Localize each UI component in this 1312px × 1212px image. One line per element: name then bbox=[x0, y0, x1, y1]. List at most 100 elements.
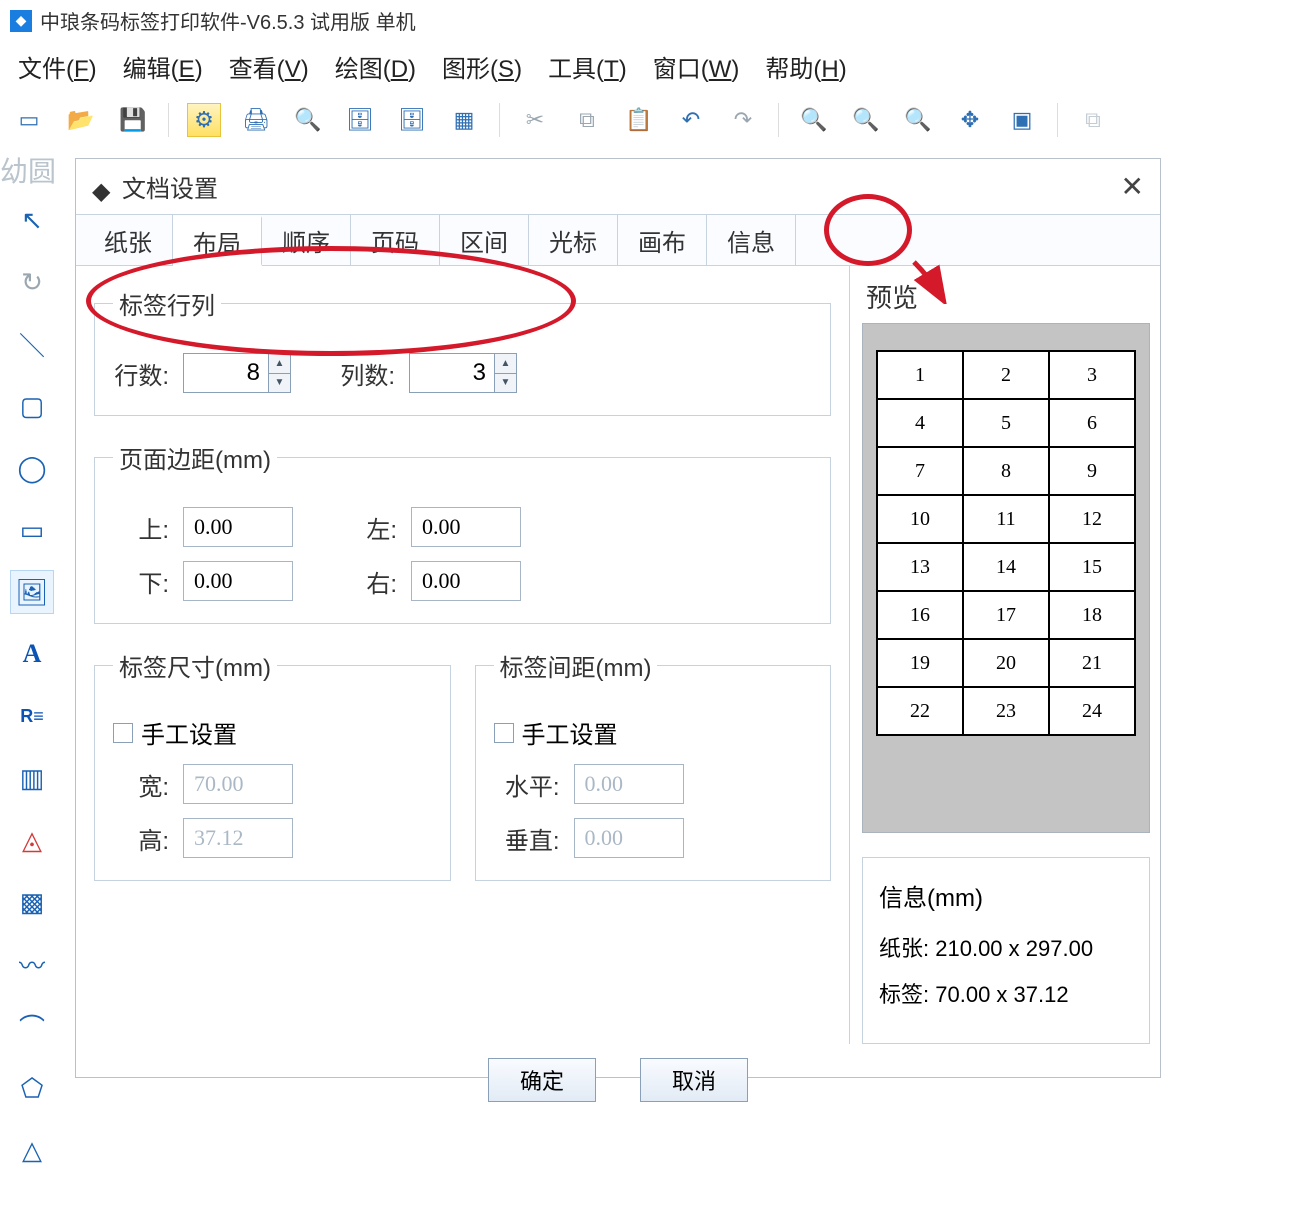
cols-spinner[interactable]: ▲▼ bbox=[409, 353, 517, 393]
preview-grid: 123456789101112131415161718192021222324 bbox=[876, 350, 1136, 736]
toolbar-separator bbox=[778, 103, 779, 137]
tool-text-icon[interactable]: A bbox=[10, 632, 54, 676]
info-paper-value: 210.00 x 297.00 bbox=[935, 936, 1093, 961]
menu-file[interactable]: 文件(F) bbox=[18, 49, 97, 84]
rows-input[interactable] bbox=[184, 354, 268, 392]
tool-align-icon[interactable]: ⧉ bbox=[1076, 103, 1110, 137]
cols-up-icon[interactable]: ▲ bbox=[495, 354, 516, 374]
tab-canvas[interactable]: 画布 bbox=[618, 215, 707, 265]
cancel-button[interactable]: 取消 bbox=[640, 1058, 748, 1102]
info-label-label: 标签: bbox=[879, 982, 929, 1007]
ok-button[interactable]: 确定 bbox=[488, 1058, 596, 1102]
dialog-buttons: 确定 取消 bbox=[76, 1044, 1160, 1122]
tab-paper[interactable]: 纸张 bbox=[84, 215, 173, 265]
tool-preview-icon[interactable]: 🔍 bbox=[291, 103, 325, 137]
menu-edit[interactable]: 编辑(E) bbox=[123, 49, 203, 84]
size-manual-checkbox[interactable]: 手工设置 bbox=[113, 715, 237, 750]
tool-database-icon[interactable]: 🗄 bbox=[343, 103, 377, 137]
tool-grid-icon[interactable]: ▦ bbox=[447, 103, 481, 137]
tool-cut-icon[interactable]: ✂ bbox=[518, 103, 552, 137]
tool-barcode-icon[interactable]: ▥ bbox=[10, 756, 54, 800]
side-toolbar: ↖ ↻ ＼ ▢ ◯ ▭ 🖼 A R≡ ▥ ◬ ▩ 〰 ⌒ ⬠ △ bbox=[10, 198, 58, 1172]
tool-arc-icon[interactable]: ⌒ bbox=[10, 1004, 54, 1048]
tab-info[interactable]: 信息 bbox=[707, 215, 796, 265]
menu-draw[interactable]: 绘图(D) bbox=[335, 49, 416, 84]
height-input bbox=[183, 818, 293, 858]
tool-triangle-icon[interactable]: △ bbox=[10, 1128, 54, 1172]
rows-spinner[interactable]: ▲▼ bbox=[183, 353, 291, 393]
tool-save-icon[interactable]: 💾 bbox=[116, 103, 150, 137]
tab-order[interactable]: 顺序 bbox=[262, 215, 351, 265]
tool-fit-icon[interactable]: ✥ bbox=[953, 103, 987, 137]
label-margin-right: 右: bbox=[341, 564, 397, 599]
tool-select-icon[interactable]: ↖ bbox=[10, 198, 54, 242]
preview-cell: 13 bbox=[877, 543, 963, 591]
tab-range[interactable]: 区间 bbox=[440, 215, 529, 265]
dialog-titlebar: ◆ 文档设置 ✕ bbox=[76, 159, 1160, 214]
tool-triangle2-icon[interactable]: ◬ bbox=[10, 818, 54, 862]
margin-left-input[interactable] bbox=[411, 507, 521, 547]
tool-curve-icon[interactable]: 〰 bbox=[10, 942, 54, 986]
preview-cell: 9 bbox=[1049, 447, 1135, 495]
tool-ellipse-icon[interactable]: ◯ bbox=[10, 446, 54, 490]
tool-print-icon[interactable]: 🖨 bbox=[239, 103, 273, 137]
checkbox-icon[interactable] bbox=[494, 723, 514, 743]
cols-down-icon[interactable]: ▼ bbox=[495, 374, 516, 393]
tab-cursor[interactable]: 光标 bbox=[529, 215, 618, 265]
menu-shape[interactable]: 图形(S) bbox=[442, 49, 522, 84]
tool-image-icon[interactable]: 🖼 bbox=[10, 570, 54, 614]
margin-top-input[interactable] bbox=[183, 507, 293, 547]
label-h-gap: 水平: bbox=[494, 767, 560, 802]
margin-bottom-input[interactable] bbox=[183, 561, 293, 601]
tool-new-icon[interactable]: ▭ bbox=[12, 103, 46, 137]
tool-rotate-icon[interactable]: ↻ bbox=[10, 260, 54, 304]
menu-help[interactable]: 帮助(H) bbox=[765, 49, 846, 84]
group-label-gap: 标签间距(mm) 手工设置 水平: 垂直: bbox=[475, 648, 832, 881]
tool-copy-icon[interactable]: ⧉ bbox=[570, 103, 604, 137]
app-title: 中琅条码标签打印软件-V6.5.3 试用版 单机 bbox=[40, 6, 416, 35]
tool-qrcode-icon[interactable]: ▩ bbox=[10, 880, 54, 924]
legend-rows-cols: 标签行列 bbox=[113, 286, 221, 321]
tool-zoom-out-icon[interactable]: 🔍 bbox=[849, 103, 883, 137]
tool-redo-icon[interactable]: ↷ bbox=[726, 103, 760, 137]
menu-bar: 文件(F) 编辑(E) 查看(V) 绘图(D) 图形(S) 工具(T) 窗口(W… bbox=[0, 41, 1312, 96]
tool-rectangle-icon[interactable]: ▭ bbox=[10, 508, 54, 552]
tool-open-icon[interactable]: 📂 bbox=[64, 103, 98, 137]
tool-zoom-in-icon[interactable]: 🔍 bbox=[797, 103, 831, 137]
tool-fullscreen-icon[interactable]: ▣ bbox=[1005, 103, 1039, 137]
document-settings-dialog: ◆ 文档设置 ✕ 纸张 布局 顺序 页码 区间 光标 画布 信息 标签行列 行数… bbox=[75, 158, 1161, 1078]
preview-cell: 17 bbox=[963, 591, 1049, 639]
tool-line-icon[interactable]: ＼ bbox=[10, 322, 54, 366]
tab-pagenum[interactable]: 页码 bbox=[351, 215, 440, 265]
tool-undo-icon[interactable]: ↶ bbox=[674, 103, 708, 137]
cols-input[interactable] bbox=[410, 354, 494, 392]
legend-size: 标签尺寸(mm) bbox=[113, 648, 277, 683]
tool-richtext-icon[interactable]: R≡ bbox=[10, 694, 54, 738]
preview-cell: 14 bbox=[963, 543, 1049, 591]
tool-settings-icon[interactable]: ⚙ bbox=[187, 103, 221, 137]
preview-cell: 16 bbox=[877, 591, 963, 639]
menu-tool[interactable]: 工具(T) bbox=[548, 49, 627, 84]
preview-cell: 7 bbox=[877, 447, 963, 495]
tool-paste-icon[interactable]: 📋 bbox=[622, 103, 656, 137]
label-margin-left: 左: bbox=[341, 510, 397, 545]
close-icon[interactable]: ✕ bbox=[1121, 170, 1144, 203]
menu-window[interactable]: 窗口(W) bbox=[653, 49, 740, 84]
menu-view[interactable]: 查看(V) bbox=[229, 49, 309, 84]
rows-up-icon[interactable]: ▲ bbox=[269, 354, 290, 374]
gap-manual-checkbox[interactable]: 手工设置 bbox=[494, 715, 618, 750]
preview-cell: 15 bbox=[1049, 543, 1135, 591]
preview-cell: 22 bbox=[877, 687, 963, 735]
label-height: 高: bbox=[113, 821, 169, 856]
tool-zoom-reset-icon[interactable]: 🔍 bbox=[901, 103, 935, 137]
margin-right-input[interactable] bbox=[411, 561, 521, 601]
title-bar: ◆ 中琅条码标签打印软件-V6.5.3 试用版 单机 bbox=[0, 0, 1312, 41]
tool-polygon-icon[interactable]: ⬠ bbox=[10, 1066, 54, 1110]
label-cols: 列数: bbox=[339, 356, 395, 391]
tab-layout[interactable]: 布局 bbox=[173, 216, 262, 266]
tool-roundrect-icon[interactable]: ▢ bbox=[10, 384, 54, 428]
rows-down-icon[interactable]: ▼ bbox=[269, 374, 290, 393]
preview-label: 预览 bbox=[862, 278, 1150, 315]
checkbox-icon[interactable] bbox=[113, 723, 133, 743]
tool-database-add-icon[interactable]: 🗄 bbox=[395, 103, 429, 137]
